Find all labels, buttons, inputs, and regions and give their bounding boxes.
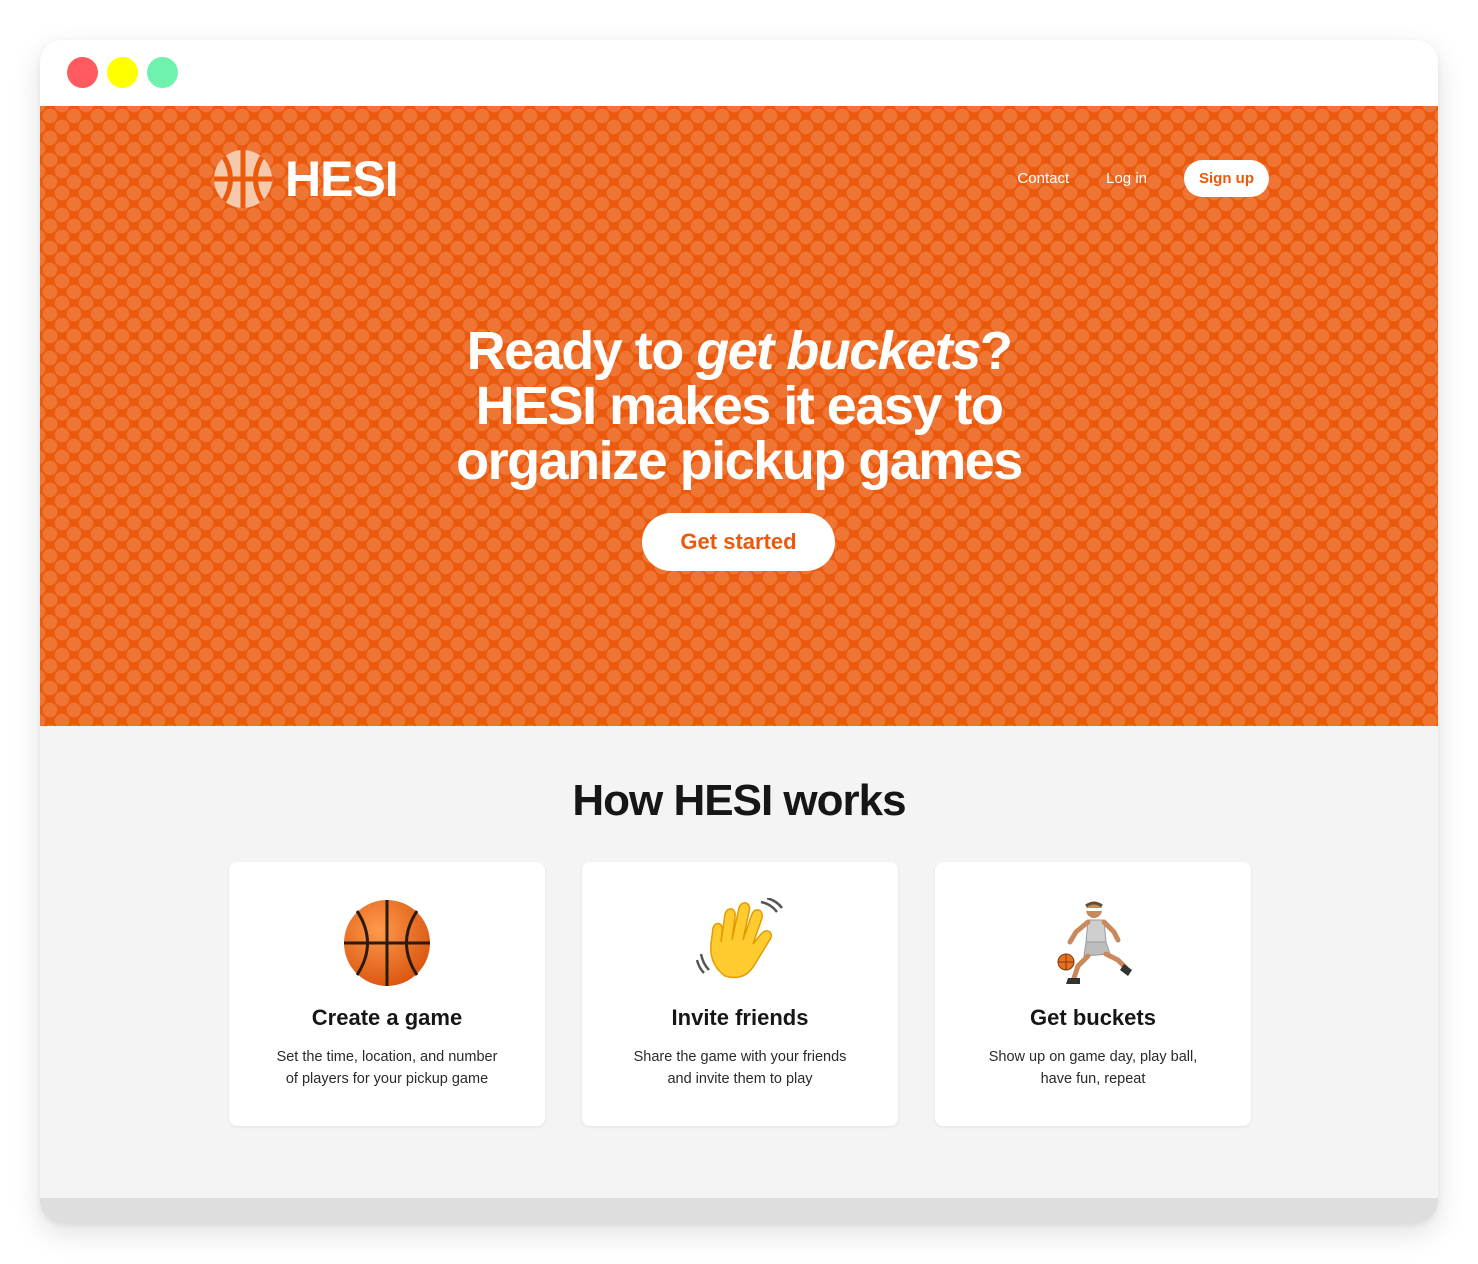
- contact-link[interactable]: Contact: [1017, 170, 1069, 187]
- headline-emphasis: get buckets: [696, 321, 981, 381]
- hero-headline: Ready to get buckets? HESI makes it easy…: [40, 324, 1438, 489]
- headline-line-3: organize pickup games: [456, 431, 1023, 491]
- maximize-window-button[interactable]: [147, 57, 178, 88]
- headline-line-2: HESI makes it easy to: [475, 376, 1004, 436]
- headline-text: Ready to: [466, 321, 697, 381]
- minimize-window-button[interactable]: [107, 57, 138, 88]
- card-description: Share the game with your friends and invi…: [610, 1046, 870, 1090]
- basketball-player-icon: [1057, 901, 1132, 984]
- browser-window: HESI Contact Log in Sign up Ready to get…: [40, 40, 1438, 1223]
- feature-card-invite: Invite friends Share the game with your …: [582, 862, 898, 1126]
- card-desc-line: of players for your pickup game: [285, 1071, 489, 1087]
- page-footer-edge: [40, 1198, 1438, 1223]
- card-title: Invite friends: [671, 1005, 809, 1030]
- how-it-works-title: How HESI works: [572, 776, 906, 825]
- login-link[interactable]: Log in: [1106, 170, 1147, 187]
- top-nav: Contact Log in Sign up: [1017, 160, 1269, 197]
- card-desc-line: Share the game with your friends: [633, 1049, 847, 1065]
- signup-button[interactable]: Sign up: [1184, 160, 1269, 197]
- card-desc-line: have fun, repeat: [1040, 1071, 1146, 1087]
- card-desc-line: and invite them to play: [667, 1071, 813, 1087]
- window-titlebar: [40, 40, 1438, 106]
- card-title: Get buckets: [1030, 1005, 1156, 1030]
- feature-card-create: Create a game Set the time, location, an…: [229, 862, 545, 1126]
- brand-name: HESI: [285, 151, 399, 207]
- close-window-button[interactable]: [67, 57, 98, 88]
- get-started-button[interactable]: Get started: [642, 513, 835, 571]
- basketball-icon: [344, 900, 430, 986]
- card-desc-line: Set the time, location, and number: [276, 1049, 498, 1065]
- hero-section: HESI Contact Log in Sign up Ready to get…: [40, 106, 1438, 726]
- brand-logo[interactable]: HESI: [213, 148, 399, 210]
- waving-hand-icon: [695, 898, 784, 979]
- card-title: Create a game: [311, 1005, 463, 1030]
- feature-card-buckets: Get buckets Show up on game day, play ba…: [935, 862, 1251, 1126]
- card-description: Show up on game day, play ball, have fun,…: [963, 1046, 1223, 1090]
- card-desc-line: Show up on game day, play ball,: [988, 1049, 1198, 1065]
- headline-text: ?: [979, 321, 1013, 381]
- card-description: Set the time, location, and number of pla…: [257, 1046, 517, 1090]
- basketball-icon: [214, 150, 272, 208]
- headline-line-1: Ready to get buckets?: [40, 324, 1438, 379]
